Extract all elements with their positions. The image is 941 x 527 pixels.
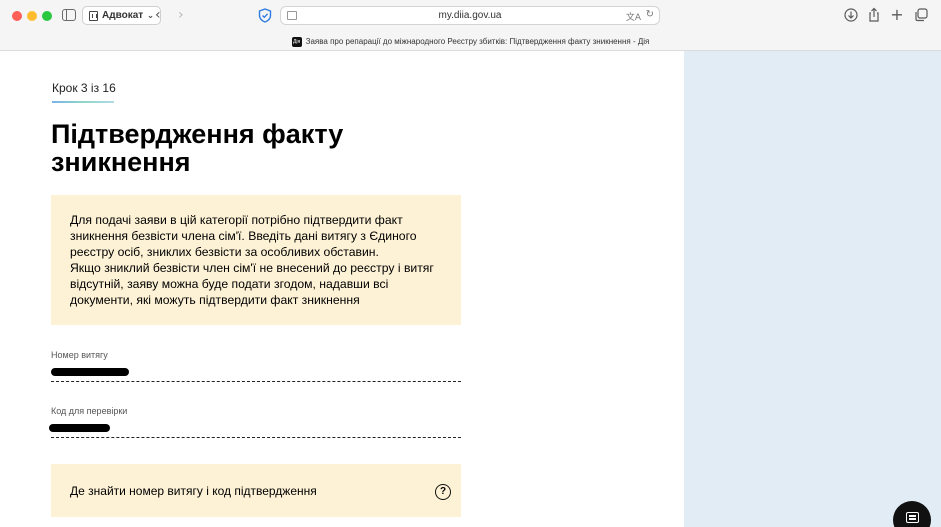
help-link-label: Де знайти номер витягу і код підтверджен… [70, 483, 317, 498]
tabs-overview-icon[interactable] [913, 7, 929, 23]
note-line: Якщо зниклий безвісти член сім'ї не внес… [70, 261, 434, 275]
minimize-window-button[interactable] [27, 11, 37, 21]
diia-favicon: Дія [291, 36, 302, 47]
redacted-value [49, 424, 110, 432]
plus-icon[interactable]: + [889, 7, 905, 23]
share-icon[interactable] [866, 7, 882, 23]
close-window-button[interactable] [12, 11, 22, 21]
note-line: зникнення безвісти члена сім'ї. Введіть … [70, 229, 417, 243]
building-icon [89, 10, 98, 21]
right-side-panel [684, 51, 941, 527]
privacy-shield-icon[interactable] [258, 8, 272, 23]
extract-number-field[interactable]: Номер витягу [51, 350, 461, 382]
verification-code-input[interactable] [49, 422, 461, 438]
translate-icon[interactable]: 文A [626, 10, 641, 23]
field-label: Код для перевірки [51, 406, 128, 416]
verification-code-field[interactable]: Код для перевірки [49, 406, 461, 438]
step-indicator: Крок 3 із 16 [52, 81, 116, 95]
reload-icon[interactable]: ↻ [646, 9, 654, 20]
chat-icon [906, 512, 919, 523]
redacted-value [51, 368, 129, 376]
profile-switcher[interactable]: Адвокат ⌄ [82, 6, 161, 25]
back-button[interactable]: ‹ [155, 7, 161, 23]
forward-button[interactable]: › [178, 7, 184, 23]
tab-title: Заява про репарації до міжнародного Реєс… [305, 37, 650, 46]
help-link[interactable]: Де знайти номер витягу і код підтверджен… [51, 464, 461, 517]
question-circle-icon: ? [435, 484, 451, 500]
chevron-down-icon: ⌄ [147, 11, 154, 20]
download-icon[interactable] [843, 7, 859, 23]
note-line: документи, які можуть підтвердити факт з… [70, 293, 360, 307]
page-title: Підтвердження факту зникнення [51, 119, 344, 177]
url-text: my.diia.gov.ua [438, 10, 502, 21]
zoom-window-button[interactable] [42, 11, 52, 21]
browser-toolbar: Адвокат ⌄ ‹ › my.diia.gov.ua 文A ↻ + Дія … [0, 0, 941, 51]
address-bar[interactable]: my.diia.gov.ua 文A ↻ [280, 6, 660, 25]
profile-label: Адвокат [102, 10, 144, 21]
step-progress-bar [52, 101, 114, 103]
field-label: Номер витягу [51, 350, 108, 360]
sidebar-toggle-icon[interactable] [62, 9, 76, 21]
extract-number-input[interactable] [51, 366, 461, 382]
note-line: Для подачі заяви в цій категорії потрібн… [70, 213, 403, 227]
note-line: реєстру осіб, зниклих безвісти за особли… [70, 245, 379, 259]
tab-active[interactable]: Дія Заява про репарації до міжнародного … [0, 32, 941, 51]
note-line: відсутній, заяву можна буде подати згодо… [70, 277, 389, 291]
info-note: Для подачі заяви в цій категорії потрібн… [51, 195, 461, 325]
